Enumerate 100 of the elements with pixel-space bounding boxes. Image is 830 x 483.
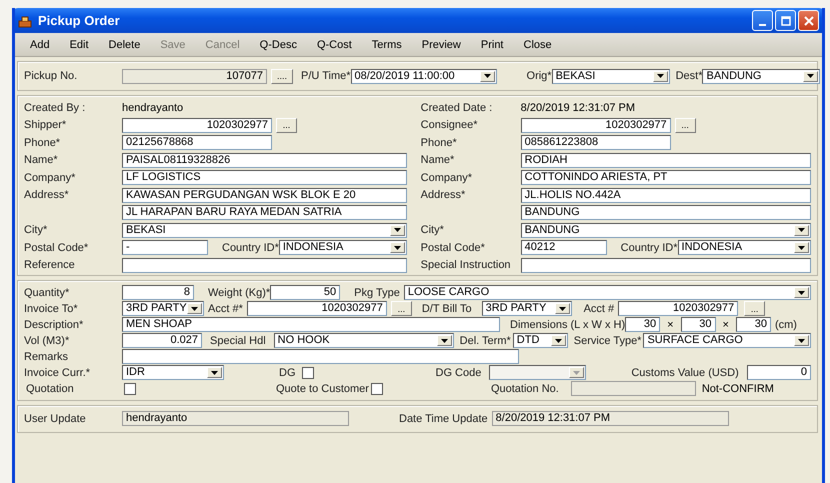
window-title: Pickup Order xyxy=(38,13,121,28)
text-field[interactable]: JL.HOLIS NO.442A xyxy=(520,188,811,203)
text-field[interactable]: 8/20/2019 12:31:07 PM xyxy=(492,411,729,426)
checkbox[interactable] xyxy=(370,382,383,395)
lookup-button[interactable]: ... xyxy=(674,118,696,133)
text-field[interactable]: 30 xyxy=(625,317,660,332)
caret-icon xyxy=(558,306,566,311)
dropdown-button[interactable] xyxy=(187,303,202,314)
text-field[interactable]: PAISAL08119328826 xyxy=(122,152,407,168)
browse-button[interactable]: .... xyxy=(271,68,293,84)
field-label: Shipper* xyxy=(24,119,68,132)
dropdown-field[interactable]: 3RD PARTY xyxy=(482,301,572,316)
dropdown-button[interactable] xyxy=(550,335,566,346)
text-field[interactable]: JL HARAPAN BARU RAYA MEDAN SATRIA xyxy=(122,205,407,220)
text-field[interactable]: 107077 xyxy=(122,68,267,84)
field-label: Dest* xyxy=(676,70,702,82)
caret-icon xyxy=(211,370,218,375)
text-field[interactable]: 0.027 xyxy=(122,333,202,348)
toolbar-button[interactable]: Print xyxy=(474,38,510,50)
dropdown-button[interactable] xyxy=(207,367,222,378)
text-field[interactable]: 02125678868 xyxy=(122,135,272,150)
text-field[interactable]: MEN SHOAP xyxy=(122,317,500,332)
dropdown-button[interactable] xyxy=(794,224,809,236)
text-field[interactable]: 1020302977 xyxy=(122,118,272,133)
text-field[interactable]: 1020302977 xyxy=(246,301,387,316)
field-label: Company* xyxy=(420,172,474,184)
dropdown-button[interactable] xyxy=(794,242,809,254)
field-label: DG xyxy=(279,366,296,379)
checkbox[interactable] xyxy=(302,366,314,379)
toolbar-button[interactable]: Add xyxy=(23,38,57,50)
text-field[interactable]: COTTONINDO ARIESTA, PT xyxy=(520,170,811,186)
dropdown-field[interactable]: NO HOOK xyxy=(274,333,454,348)
dropdown-button[interactable] xyxy=(390,242,405,254)
field-label: Quotation No. xyxy=(490,382,559,395)
dropdown-button[interactable] xyxy=(652,70,668,82)
dropdown-field[interactable]: BANDUNG xyxy=(520,222,811,238)
dropdown-field[interactable]: SURFACE CARGO xyxy=(643,333,811,348)
field-label: Reference xyxy=(24,259,76,272)
text-field[interactable]: 0 xyxy=(746,365,811,380)
text-field[interactable]: 50 xyxy=(270,285,340,300)
dropdown-button[interactable] xyxy=(390,224,405,236)
text-field[interactable]: 30 xyxy=(736,317,771,332)
lookup-button[interactable]: ... xyxy=(276,118,297,133)
toolbar-button[interactable]: Edit xyxy=(62,38,96,50)
dropdown-field[interactable]: INDONESIA xyxy=(678,240,811,256)
close-button[interactable] xyxy=(798,10,819,31)
field-label: Orig* xyxy=(526,70,552,82)
text-field[interactable]: 8 xyxy=(122,285,194,300)
dropdown-field[interactable]: LOOSE CARGO xyxy=(404,285,811,300)
lookup-button[interactable]: ... xyxy=(390,301,412,316)
maximize-button[interactable] xyxy=(775,10,796,31)
dropdown-field[interactable]: BEKASI xyxy=(122,222,407,238)
text-field[interactable]: RODIAH xyxy=(520,152,811,168)
field-label: Customs Value (USD) xyxy=(631,366,739,379)
checkbox[interactable] xyxy=(124,382,136,395)
dropdown-field[interactable]: BEKASI xyxy=(552,68,670,84)
caret-icon xyxy=(573,370,580,375)
text-field[interactable]: - xyxy=(122,240,208,256)
text-field[interactable]: BANDUNG xyxy=(520,205,811,220)
toolbar-button[interactable]: Q-Desc xyxy=(252,38,304,50)
field-label: Company* xyxy=(24,172,76,184)
text-field[interactable]: 085861223808 xyxy=(520,135,671,150)
field-label: Postal Code* xyxy=(24,242,90,254)
field-label: Invoice Curr.* xyxy=(24,366,92,379)
text-field[interactable]: hendrayanto xyxy=(122,411,349,426)
text-field[interactable]: 40212 xyxy=(520,240,607,256)
caret-icon xyxy=(798,246,805,250)
text-field[interactable] xyxy=(122,258,407,273)
dropdown-button[interactable] xyxy=(436,335,452,346)
text-field[interactable]: LF LOGISTICS xyxy=(122,170,407,186)
dropdown-field[interactable]: INDONESIA xyxy=(278,240,407,256)
field-label: Service Type* xyxy=(574,334,642,347)
dropdown-field[interactable]: 3RD PARTY xyxy=(122,301,204,316)
dropdown-button[interactable] xyxy=(554,303,570,314)
dropdown-button[interactable] xyxy=(794,287,809,298)
field-label: Acct #* xyxy=(208,302,243,315)
dropdown-field[interactable]: IDR xyxy=(122,365,224,380)
field-label: Name* xyxy=(24,154,59,166)
toolbar-button[interactable]: Close xyxy=(516,38,559,50)
text-field[interactable]: KAWASAN PERGUDANGAN WSK BLOK E 20 xyxy=(122,188,407,203)
dropdown-button[interactable] xyxy=(803,70,818,82)
dropdown-field[interactable]: 08/20/2019 11:00:00 xyxy=(350,68,497,84)
toolbar-button[interactable]: Delete xyxy=(102,38,148,50)
toolbar-button[interactable]: Preview xyxy=(414,38,468,50)
text-field[interactable] xyxy=(122,349,519,364)
text-field[interactable]: 1020302977 xyxy=(520,118,671,133)
field-label: User Update xyxy=(24,412,87,424)
dropdown-field[interactable]: DTD xyxy=(512,333,568,348)
lookup-button[interactable]: ... xyxy=(744,301,766,316)
toolbar-button[interactable]: Terms xyxy=(364,38,409,50)
field-value: hendrayanto xyxy=(122,102,184,114)
text-field[interactable]: 30 xyxy=(680,317,716,332)
minimize-button[interactable] xyxy=(752,10,773,31)
caret-icon xyxy=(798,228,805,232)
dropdown-field[interactable]: BANDUNG xyxy=(702,68,820,84)
text-field[interactable]: 1020302977 xyxy=(618,301,738,316)
text-field[interactable] xyxy=(520,258,811,273)
dropdown-button[interactable] xyxy=(480,70,495,82)
dropdown-button[interactable] xyxy=(794,335,809,346)
toolbar-button[interactable]: Q-Cost xyxy=(310,38,359,50)
